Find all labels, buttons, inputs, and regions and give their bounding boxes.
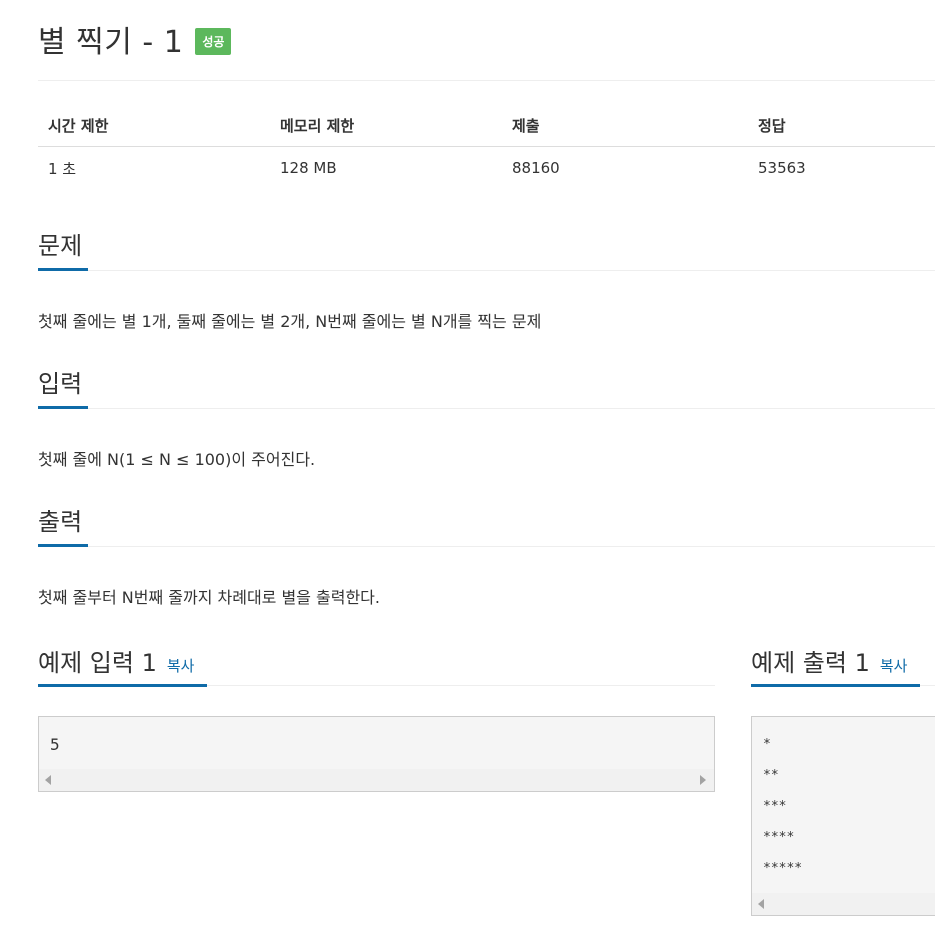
sample-input-box: 5 xyxy=(38,716,715,792)
sample-output-line: **** xyxy=(763,830,795,845)
copy-sample-input-button[interactable]: 복사 xyxy=(167,655,195,676)
section-divider xyxy=(38,408,935,409)
section-underline xyxy=(38,268,88,271)
table-header-row: 시간 제한 메모리 제한 제출 정답 xyxy=(38,104,935,147)
section-underline xyxy=(38,684,207,687)
column-header: 시간 제한 xyxy=(38,104,270,147)
section-divider xyxy=(38,270,935,271)
sample-input-line: 5 xyxy=(50,735,60,754)
title-divider xyxy=(38,80,935,81)
input-text: 첫째 줄에 N(1 ≤ N ≤ 100)이 주어진다. xyxy=(38,450,316,469)
section-underline xyxy=(38,544,88,547)
description-heading: 문제 xyxy=(38,232,83,260)
output-text: 첫째 줄부터 N번째 줄까지 차례대로 별을 출력한다. xyxy=(38,588,380,607)
table-row: 1 초 128 MB 88160 53563 xyxy=(38,147,935,190)
input-heading: 입력 xyxy=(38,370,83,398)
sample-output-line: *** xyxy=(763,799,787,814)
section-underline xyxy=(751,684,920,687)
column-header: 제출 xyxy=(502,104,748,147)
scroll-left-arrow-icon[interactable] xyxy=(45,775,51,785)
accepted-value: 53563 xyxy=(758,159,806,177)
column-header: 정답 xyxy=(748,104,935,147)
output-heading: 출력 xyxy=(38,508,83,536)
problem-header: 별 찍기 - 1 성공 xyxy=(38,14,232,64)
section-underline xyxy=(38,406,88,409)
horizontal-scrollbar[interactable] xyxy=(39,769,714,791)
sample-output-header: 예제 출력 1 복사 xyxy=(751,643,907,678)
memory-limit-value: 128 MB xyxy=(280,159,337,177)
scroll-left-arrow-icon[interactable] xyxy=(758,899,764,909)
sample-output-box: * ** *** **** ***** xyxy=(751,716,935,916)
submissions-value: 88160 xyxy=(512,159,560,177)
description-text: 첫째 줄에는 별 1개, 둘째 줄에는 별 2개, N번째 줄에는 별 N개를 … xyxy=(38,312,542,331)
status-badge: 성공 xyxy=(195,27,232,55)
column-header: 메모리 제한 xyxy=(270,104,502,147)
copy-sample-output-button[interactable]: 복사 xyxy=(880,655,908,676)
horizontal-scrollbar[interactable] xyxy=(752,893,935,915)
sample-output-line: * xyxy=(763,737,771,752)
time-limit-value: 1 초 xyxy=(48,159,77,178)
scroll-right-arrow-icon[interactable] xyxy=(700,775,706,785)
sample-input-header: 예제 입력 1 복사 xyxy=(38,643,194,678)
section-divider xyxy=(38,546,935,547)
problem-info-table: 시간 제한 메모리 제한 제출 정답 1 초 128 MB 88160 5356… xyxy=(38,104,935,189)
sample-output-heading: 예제 출력 1 xyxy=(751,649,870,677)
sample-input-heading: 예제 입력 1 xyxy=(38,649,157,677)
sample-output-line: ** xyxy=(763,768,779,783)
page-title: 별 찍기 - 1 xyxy=(38,25,184,60)
sample-output-line: ***** xyxy=(763,861,803,876)
